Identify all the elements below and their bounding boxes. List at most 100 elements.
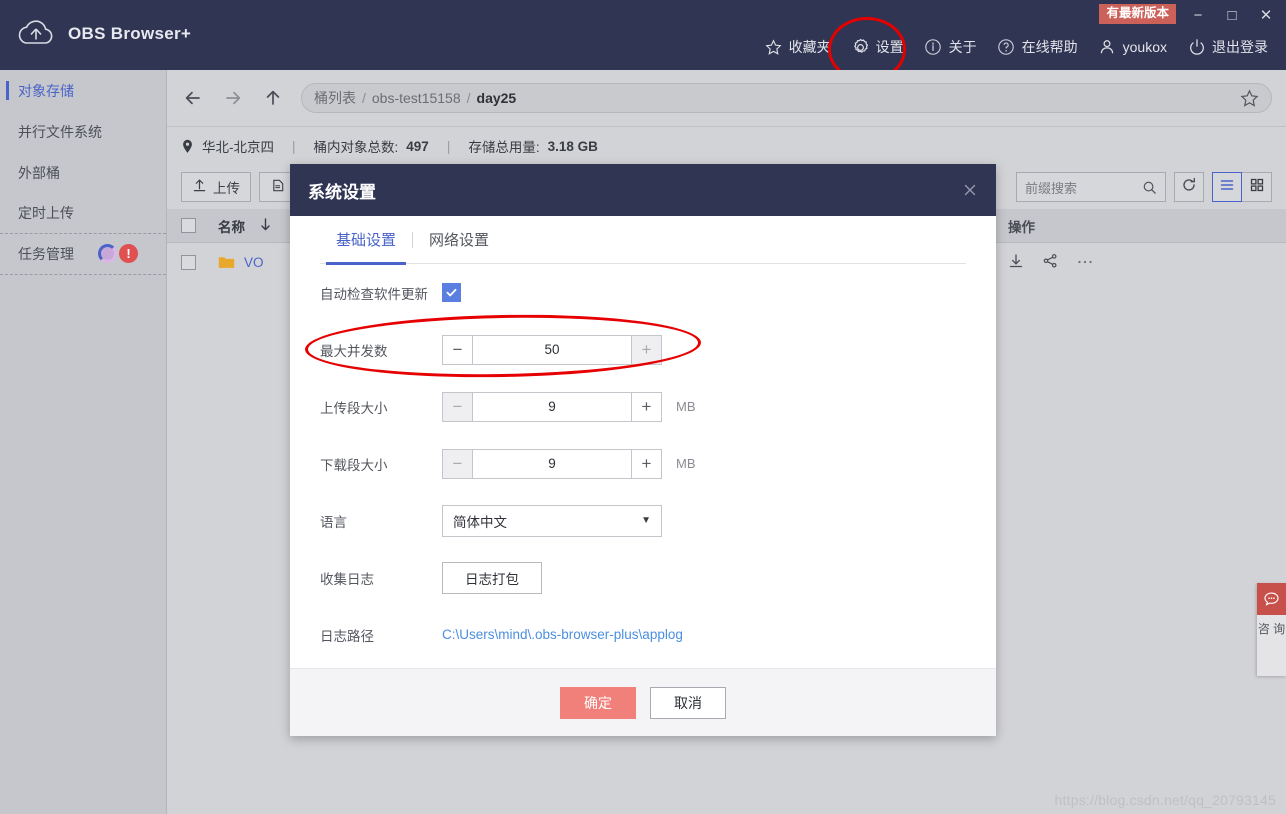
sidebar-item-label: 外部桶 bbox=[18, 164, 60, 181]
header-item-logout[interactable]: 退出登录 bbox=[1177, 33, 1278, 61]
header-item-user[interactable]: youkox bbox=[1088, 34, 1177, 61]
breadcrumb-separator: / bbox=[466, 90, 471, 106]
field-label: 下载段大小 bbox=[320, 457, 388, 473]
consult-label: 咨 询 bbox=[1257, 622, 1286, 636]
star-outline-icon[interactable] bbox=[1240, 88, 1259, 108]
dialog-title: 系统设置 bbox=[308, 182, 376, 202]
upload-button[interactable]: 上传 bbox=[181, 172, 251, 202]
header-item-settings[interactable]: 设置 bbox=[841, 33, 914, 61]
field-max-concurrency: 最大并发数 − 50 + bbox=[320, 321, 966, 378]
error-badge-icon: ! bbox=[119, 244, 138, 263]
bucket-info-bar: 华北-北京四 | 桶内对象总数: 497 | 存储总用量: 3.18 GB bbox=[167, 127, 1286, 165]
tab-basic-settings[interactable]: 基础设置 bbox=[320, 216, 412, 265]
search-icon[interactable] bbox=[1142, 180, 1157, 195]
sidebar-item-scheduled-upload[interactable]: 定时上传 bbox=[0, 193, 166, 234]
tab-label: 基础设置 bbox=[336, 232, 397, 249]
storage-usage-label: 存储总用量: bbox=[468, 140, 540, 155]
consult-widget[interactable]: 咨 询 bbox=[1257, 583, 1286, 676]
close-icon[interactable] bbox=[962, 182, 978, 198]
task-status-badges: ! bbox=[98, 244, 138, 263]
sidebar-item-parallel-fs[interactable]: 并行文件系统 bbox=[0, 111, 166, 152]
sidebar-item-label: 任务管理 bbox=[18, 246, 74, 262]
package-log-button[interactable]: 日志打包 bbox=[442, 561, 542, 594]
sidebar-item-external-bucket[interactable]: 外部桶 bbox=[0, 152, 166, 193]
app-title: OBS Browser+ bbox=[68, 24, 192, 43]
arrow-up-icon[interactable] bbox=[261, 86, 285, 110]
header-actions: 收藏夹 设置 关于 在线帮助 youkox 退出登录 bbox=[754, 33, 1278, 61]
region-label: 华北-北京四 bbox=[202, 140, 274, 155]
header-item-label: 关于 bbox=[948, 39, 977, 55]
tab-network-settings[interactable]: 网络设置 bbox=[413, 216, 505, 264]
sidebar-item-task-management[interactable]: 任务管理 ! bbox=[0, 234, 166, 275]
grid-view-button[interactable] bbox=[1242, 172, 1272, 202]
grid-view-icon bbox=[1249, 177, 1265, 198]
download-part-size-stepper: − 9 + bbox=[442, 448, 662, 479]
auto-update-checkbox[interactable] bbox=[442, 283, 461, 302]
cancel-button[interactable]: 取消 bbox=[650, 686, 726, 719]
arrow-left-icon[interactable] bbox=[181, 86, 205, 110]
field-collect-log: 收集日志 日志打包 bbox=[320, 549, 966, 606]
arrow-right-icon[interactable] bbox=[221, 86, 245, 110]
stepper-value[interactable]: 9 bbox=[472, 449, 632, 478]
check-icon bbox=[446, 288, 457, 297]
breadcrumb-item-0[interactable]: 桶列表 bbox=[314, 88, 356, 108]
view-toggle-group bbox=[1212, 172, 1272, 202]
address-bar[interactable]: 桶列表 / obs-test15158 / day25 bbox=[301, 83, 1272, 113]
column-header-action: 操作 bbox=[1008, 219, 1035, 235]
header-item-label: 在线帮助 bbox=[1021, 39, 1078, 55]
stepper-value[interactable]: 9 bbox=[472, 392, 632, 421]
row-name-link[interactable]: VO bbox=[244, 255, 264, 270]
sidebar-item-label: 定时上传 bbox=[18, 205, 74, 221]
confirm-button[interactable]: 确定 bbox=[560, 686, 636, 719]
header-item-label: 设置 bbox=[875, 39, 904, 55]
share-icon[interactable] bbox=[1042, 253, 1058, 272]
search-placeholder: 前缀搜索 bbox=[1025, 180, 1078, 196]
stepper-plus-button[interactable]: + bbox=[632, 335, 661, 364]
field-download-part-size: 下载段大小 − 9 + MB bbox=[320, 435, 966, 492]
power-icon bbox=[1187, 38, 1206, 57]
header-item-about[interactable]: 关于 bbox=[914, 33, 987, 61]
refresh-button[interactable] bbox=[1174, 172, 1204, 202]
dialog-footer: 确定 取消 bbox=[290, 668, 996, 736]
close-icon[interactable]: ✕ bbox=[1256, 5, 1276, 25]
field-auto-update: 自动检查软件更新 bbox=[320, 264, 966, 321]
chat-icon bbox=[1257, 583, 1286, 615]
row-checkbox[interactable] bbox=[181, 254, 196, 270]
question-icon bbox=[997, 38, 1016, 57]
loading-spinner-icon bbox=[98, 244, 117, 263]
search-input[interactable]: 前缀搜索 bbox=[1016, 172, 1166, 202]
stepper-minus-button[interactable]: − bbox=[443, 336, 472, 364]
field-unit: MB bbox=[676, 456, 696, 471]
field-label: 最大并发数 bbox=[320, 343, 388, 359]
stepper-minus-button[interactable]: − bbox=[443, 392, 472, 421]
info-divider: | bbox=[292, 138, 296, 154]
sidebar: 对象存储 并行文件系统 外部桶 定时上传 任务管理 ! bbox=[0, 70, 167, 814]
list-view-button[interactable] bbox=[1212, 172, 1242, 202]
upload-button-label: 上传 bbox=[213, 181, 240, 196]
storage-usage-value: 3.18 GB bbox=[547, 138, 598, 154]
field-upload-part-size: 上传段大小 − 9 + MB bbox=[320, 378, 966, 435]
breadcrumb-item-1[interactable]: obs-test15158 bbox=[372, 90, 461, 106]
info-icon bbox=[924, 38, 943, 57]
window-controls: − □ ✕ bbox=[1188, 5, 1276, 25]
star-icon bbox=[764, 38, 783, 57]
download-icon[interactable] bbox=[1008, 253, 1024, 272]
header-item-favorites[interactable]: 收藏夹 bbox=[754, 33, 841, 61]
field-label: 自动检查软件更新 bbox=[320, 286, 428, 302]
chevron-down-icon: ▼ bbox=[641, 515, 651, 526]
breadcrumb-item-2[interactable]: day25 bbox=[477, 90, 517, 106]
language-select[interactable]: 简体中文 ▼ bbox=[442, 504, 662, 537]
update-available-badge[interactable]: 有最新版本 bbox=[1099, 4, 1176, 24]
select-all-checkbox[interactable] bbox=[181, 218, 196, 233]
stepper-minus-button[interactable]: − bbox=[443, 449, 472, 478]
minimize-icon[interactable]: − bbox=[1188, 5, 1208, 25]
app-brand: OBS Browser+ bbox=[14, 12, 191, 56]
more-icon[interactable] bbox=[1076, 253, 1094, 272]
sidebar-item-object-storage[interactable]: 对象存储 bbox=[0, 70, 166, 111]
header-item-help[interactable]: 在线帮助 bbox=[987, 33, 1088, 61]
stepper-value[interactable]: 50 bbox=[472, 335, 632, 364]
log-path-link[interactable]: C:\Users\mind\.obs-browser-plus\applog bbox=[442, 627, 683, 642]
stepper-plus-button[interactable]: + bbox=[632, 450, 661, 478]
stepper-plus-button[interactable]: + bbox=[632, 393, 661, 421]
maximize-icon[interactable]: □ bbox=[1222, 5, 1242, 25]
